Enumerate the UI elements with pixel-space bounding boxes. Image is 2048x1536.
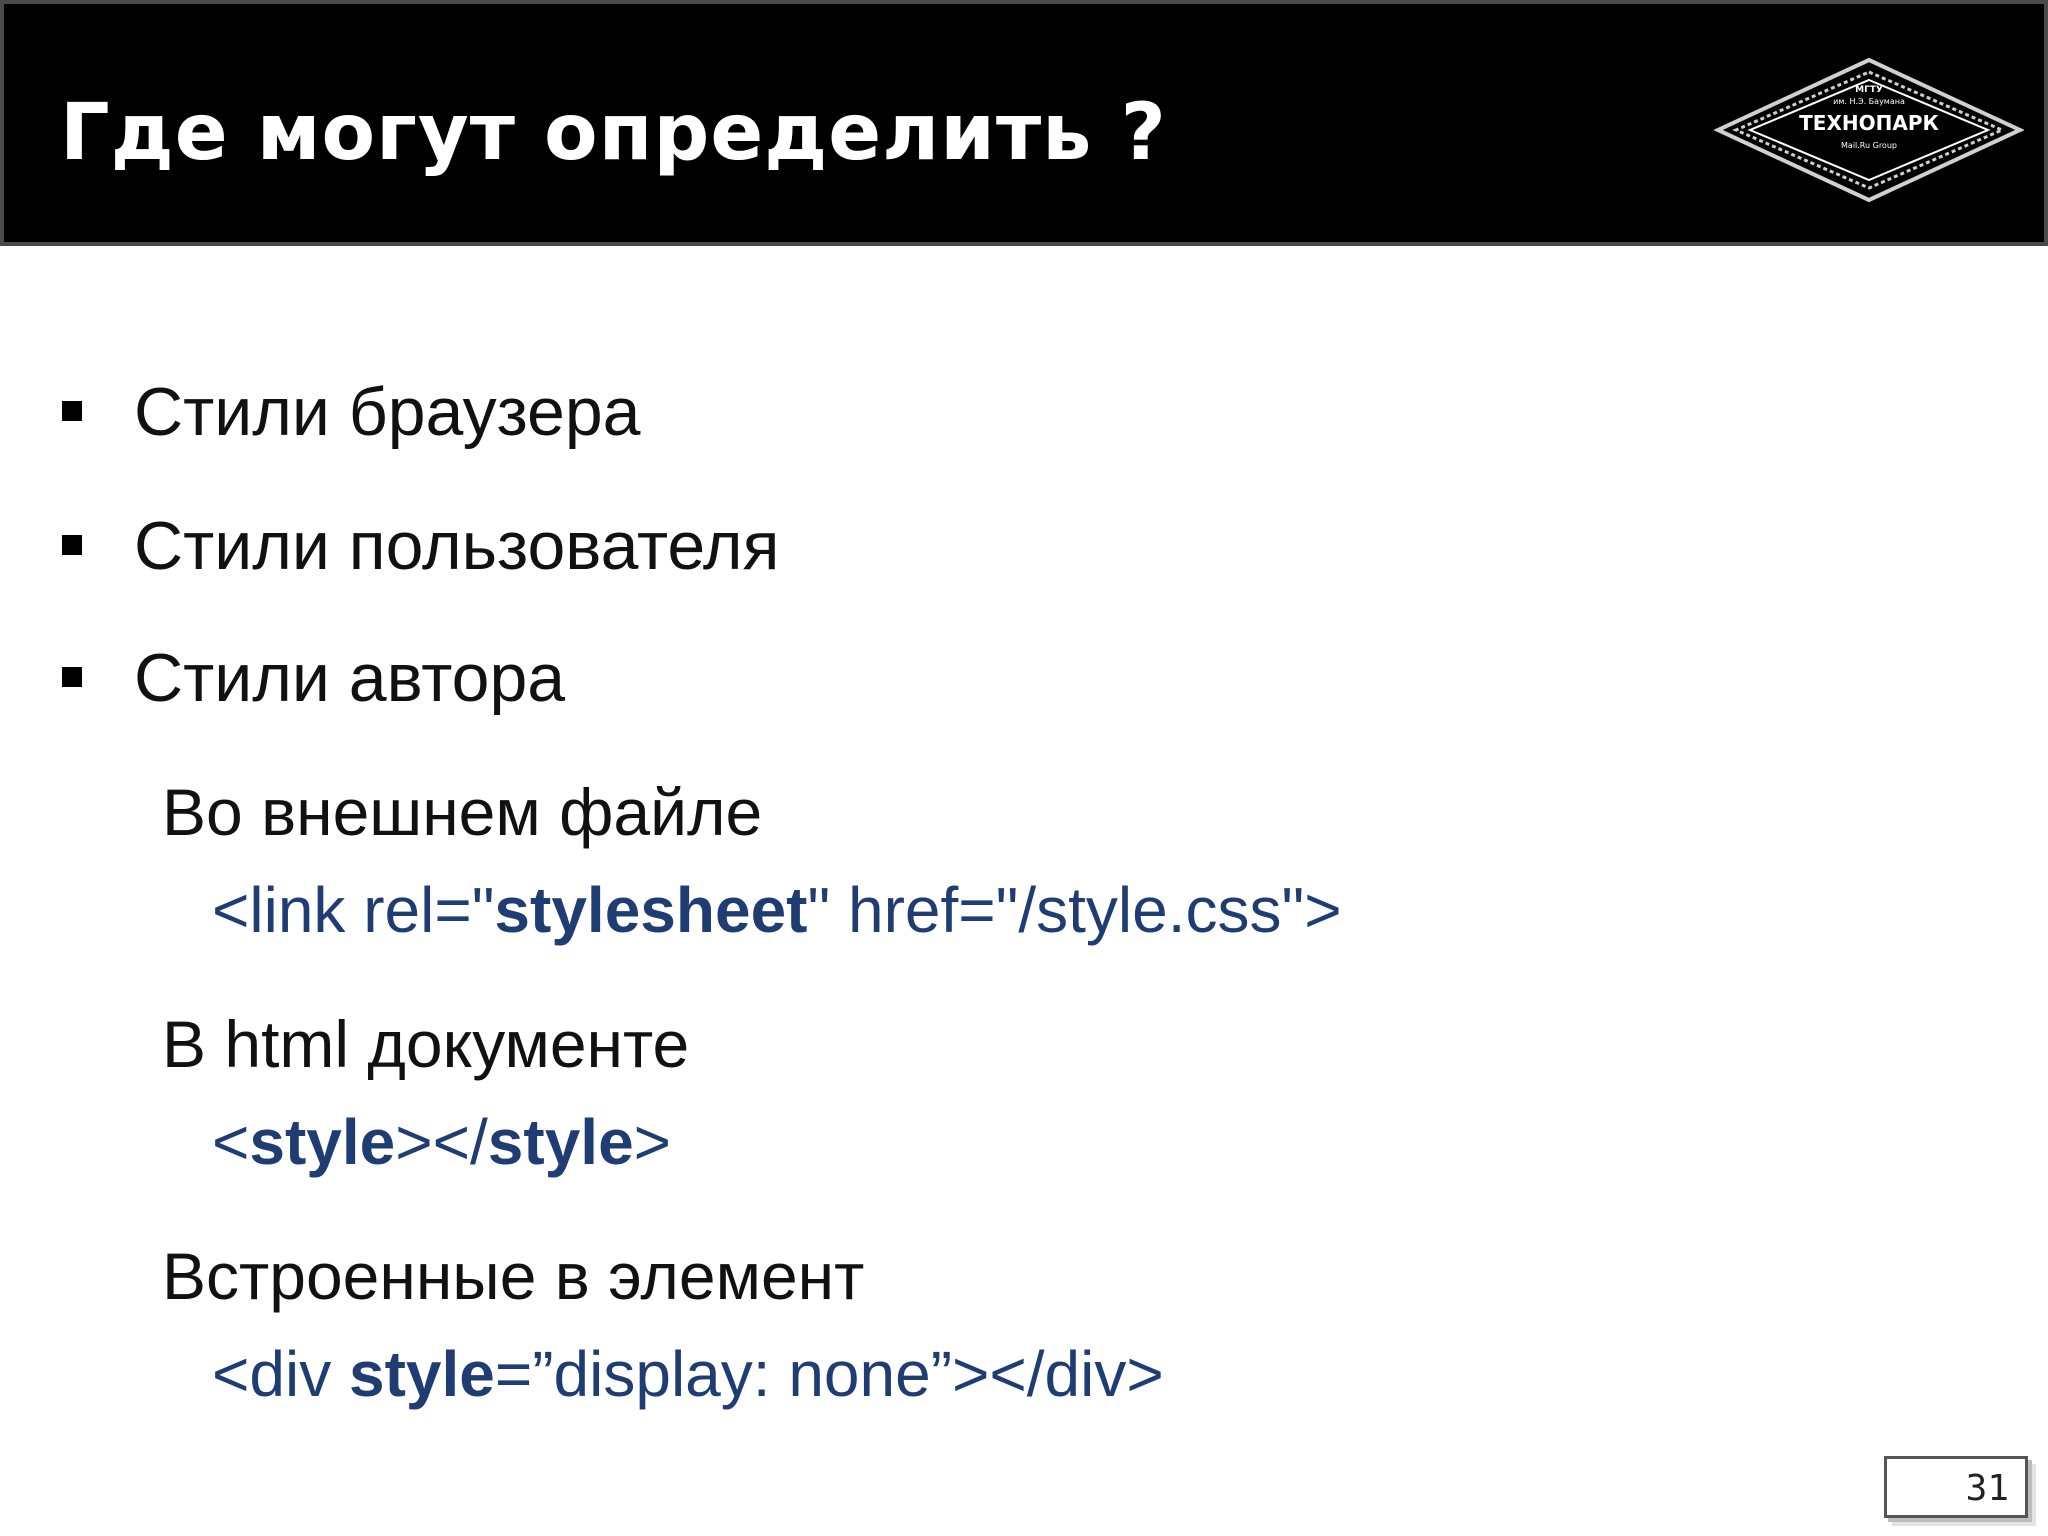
code-text: =”display: none”></div> (494, 1338, 1164, 1410)
bullet-label: Стили браузера (134, 374, 641, 450)
page-number: 31 (1965, 1468, 2009, 1509)
code-keyword: style (348, 1338, 495, 1410)
bullet-label: Стили пользователя (134, 508, 780, 584)
html-document-heading: В html документе (162, 1007, 690, 1081)
bullet-label: Стили автора (134, 640, 566, 716)
square-bullet-icon (62, 535, 82, 556)
inline-element-heading: Встроенные в элемент (162, 1239, 865, 1313)
code-keyword: style (487, 1106, 634, 1178)
code-text: " href="/style.css"> (807, 874, 1342, 946)
page-number-box: 31 (1884, 1456, 2028, 1518)
external-file-code: <link rel="stylesheet" href="/style.css"… (212, 870, 1342, 950)
bullet-item-user-styles: Стили пользователя (62, 506, 779, 586)
code-text: ></ (395, 1106, 488, 1178)
square-bullet-icon (62, 667, 82, 688)
slide-header: Где могут определить ? МГТУ им. Н.Э. Бау… (0, 0, 2048, 246)
logo-line2: им. Н.Э. Баумана (1833, 97, 1905, 106)
square-bullet-icon (62, 401, 82, 422)
technopark-logo-icon: МГТУ им. Н.Э. Баумана ТЕХНОПАРК Mail.Ru … (1714, 57, 2024, 203)
inline-element-code: <div style=”display: none”></div> (212, 1334, 1164, 1414)
code-keyword: style (249, 1106, 396, 1178)
logo-line3: Mail.Ru Group (1841, 141, 1897, 150)
bullet-item-author-styles: Стили автора (62, 638, 565, 718)
code-text: <link rel=" (212, 874, 495, 946)
code-keyword: stylesheet (494, 874, 808, 946)
external-file-heading: Во внешнем файле (162, 775, 763, 849)
code-text: <div (212, 1338, 349, 1410)
html-document-code: <style></style> (212, 1102, 671, 1182)
logo-line1: МГТУ (1855, 85, 1883, 95)
code-text: < (212, 1106, 250, 1178)
bullet-item-browser-styles: Стили браузера (62, 372, 640, 452)
code-text: > (633, 1106, 672, 1178)
slide-title: Где могут определить ? (60, 88, 1167, 178)
logo-name: ТЕХНОПАРК (1799, 111, 1939, 135)
